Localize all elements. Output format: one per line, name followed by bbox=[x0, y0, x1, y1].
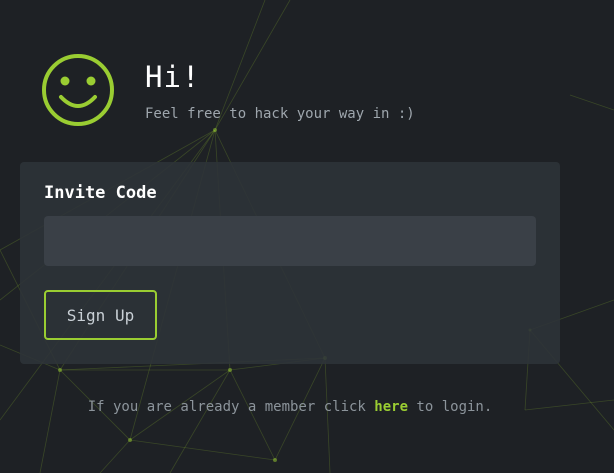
login-prompt-suffix: to login. bbox=[408, 399, 493, 415]
login-prompt: If you are already a member click here t… bbox=[0, 399, 580, 415]
signup-card: Invite Code Sign Up bbox=[20, 162, 560, 364]
page: Hi! Feel free to hack your way in :) Inv… bbox=[0, 0, 614, 473]
sign-up-button[interactable]: Sign Up bbox=[44, 290, 157, 340]
invite-code-label: Invite Code bbox=[44, 183, 157, 203]
page-subtitle: Feel free to hack your way in :) bbox=[145, 106, 415, 122]
invite-code-input[interactable] bbox=[44, 216, 536, 266]
login-link[interactable]: here bbox=[374, 399, 408, 415]
login-prompt-prefix: If you are already a member click bbox=[87, 399, 375, 415]
smiley-icon bbox=[42, 54, 114, 126]
page-title: Hi! bbox=[145, 60, 201, 94]
